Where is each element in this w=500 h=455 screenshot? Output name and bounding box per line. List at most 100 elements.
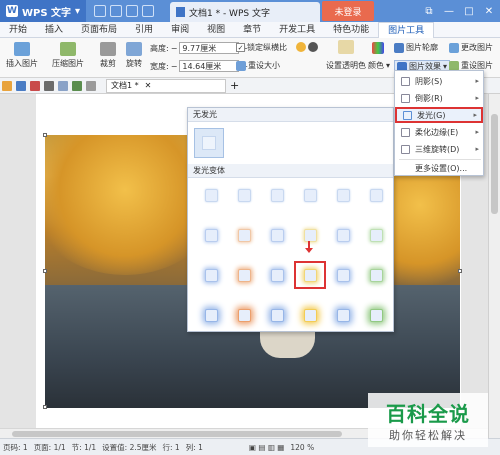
status-page: 页码: 1 bbox=[3, 442, 28, 452]
lock-ratio-label: 锁定纵横比 bbox=[247, 43, 287, 52]
zoom-level[interactable]: 120 % bbox=[290, 443, 314, 452]
maximize-icon[interactable]: □ bbox=[460, 2, 478, 20]
glow-variant-cell[interactable] bbox=[363, 304, 389, 326]
glow-variant-cell[interactable] bbox=[264, 184, 290, 206]
rotate-button[interactable]: 旋转 bbox=[126, 42, 142, 69]
reset-size-button[interactable]: 重设大小 bbox=[236, 60, 280, 71]
new-tab-button[interactable]: + bbox=[230, 79, 239, 92]
open-icon[interactable] bbox=[2, 80, 12, 91]
glow-variant-cell[interactable] bbox=[198, 264, 224, 286]
tab-review[interactable]: 审阅 bbox=[162, 22, 198, 38]
print-icon[interactable] bbox=[44, 80, 54, 91]
resize-handle-right[interactable] bbox=[458, 269, 462, 273]
menu-item-shadow[interactable]: 阴影(S) ▸ bbox=[395, 73, 483, 89]
palette-icon bbox=[372, 42, 384, 54]
color-icon-button[interactable] bbox=[372, 42, 384, 54]
glow-preview-swatch bbox=[270, 188, 284, 202]
tab-special[interactable]: 特色功能 bbox=[324, 22, 378, 38]
glow-variant-cell[interactable] bbox=[264, 264, 290, 286]
tab-section[interactable]: 章节 bbox=[234, 22, 270, 38]
save-icon[interactable] bbox=[16, 80, 26, 91]
width-input[interactable]: 14.64厘米 bbox=[179, 60, 240, 72]
glow-preview-swatch bbox=[303, 188, 317, 202]
document-title-tab[interactable]: 文档1 * - WPS 文字 bbox=[170, 2, 320, 22]
pdf-icon[interactable] bbox=[30, 80, 40, 91]
glow-variant-cell[interactable] bbox=[198, 224, 224, 246]
crop-button[interactable]: 裁剪 bbox=[100, 42, 116, 69]
width-field: 宽度: − 14.64厘米 + bbox=[150, 60, 248, 72]
change-picture-button[interactable]: 更改图片 bbox=[449, 42, 493, 53]
redo-icon[interactable] bbox=[86, 80, 96, 91]
glow-variant-cell[interactable] bbox=[330, 224, 356, 246]
print-icon[interactable] bbox=[110, 5, 123, 17]
scroll-thumb[interactable] bbox=[491, 114, 498, 214]
glow-variant-cell[interactable] bbox=[363, 264, 389, 286]
glow-icon bbox=[403, 110, 412, 120]
close-icon[interactable]: ✕ bbox=[480, 2, 498, 20]
preview-icon[interactable] bbox=[58, 80, 68, 91]
resize-handle-left[interactable] bbox=[43, 269, 47, 273]
rotate-label: 旋转 bbox=[126, 59, 142, 68]
insert-picture-button[interactable]: 插入图片 bbox=[6, 42, 38, 69]
undo-icon[interactable] bbox=[142, 5, 155, 17]
app-menu-button[interactable]: W WPS 文字 ▾ bbox=[0, 0, 87, 22]
glow-variant-cell[interactable] bbox=[297, 304, 323, 326]
brightness-contrast-buttons[interactable] bbox=[296, 42, 318, 52]
no-glow-option[interactable] bbox=[194, 128, 224, 158]
file-tab[interactable]: 文档1 * ✕ bbox=[106, 78, 226, 93]
save-icon[interactable] bbox=[94, 5, 107, 17]
picture-effect-menu: 阴影(S) ▸ 倒影(R) ▸ 发光(G) ▸ 柔化边缘(E) ▸ 三维旋转(D… bbox=[394, 70, 484, 176]
menu-item-3d-rotation[interactable]: 三维旋转(D) ▸ bbox=[395, 141, 483, 157]
restore-icon[interactable]: ⧉ bbox=[420, 2, 438, 20]
glow-variant-cell[interactable] bbox=[330, 304, 356, 326]
glow-variant-cell[interactable] bbox=[330, 264, 356, 286]
picture-outline-button[interactable]: 图片轮廓 bbox=[394, 42, 438, 53]
tab-page-layout[interactable]: 页面布局 bbox=[72, 22, 126, 38]
vertical-scrollbar[interactable] bbox=[488, 94, 500, 438]
set-transparent-button[interactable]: 设置透明色 bbox=[326, 60, 366, 71]
menu-item-label: 柔化边缘(E) bbox=[415, 127, 459, 137]
menu-item-more-settings[interactable]: 更多设置(O)... bbox=[395, 160, 483, 176]
view-mode-icons[interactable]: ▣ ▤ ▥ ▦ bbox=[249, 443, 285, 452]
tab-developer[interactable]: 开发工具 bbox=[270, 22, 324, 38]
preview-icon[interactable] bbox=[126, 5, 139, 17]
glow-variant-cell[interactable] bbox=[363, 224, 389, 246]
undo-icon[interactable] bbox=[72, 80, 82, 91]
glow-variant-cell[interactable] bbox=[231, 184, 257, 206]
menu-item-reflection[interactable]: 倒影(R) ▸ bbox=[395, 90, 483, 106]
scroll-thumb[interactable] bbox=[12, 431, 342, 437]
resize-handle-top-left[interactable] bbox=[43, 133, 47, 137]
tab-picture-tools[interactable]: 图片工具 bbox=[378, 21, 435, 38]
glow-variant-cell[interactable] bbox=[231, 304, 257, 326]
tab-view[interactable]: 视图 bbox=[198, 22, 234, 38]
decrease-height-button[interactable]: − bbox=[171, 44, 178, 53]
close-tab-icon[interactable]: ✕ bbox=[145, 81, 152, 90]
glow-variant-cell[interactable] bbox=[198, 184, 224, 206]
menu-item-glow[interactable]: 发光(G) ▸ bbox=[395, 107, 483, 123]
glow-variant-cell[interactable] bbox=[264, 304, 290, 326]
glow-variant-cell[interactable] bbox=[330, 184, 356, 206]
height-input[interactable]: 9.77厘米 bbox=[179, 42, 240, 54]
minimize-icon[interactable]: — bbox=[440, 2, 458, 20]
lock-ratio-checkbox[interactable]: ✓ 锁定纵横比 bbox=[236, 42, 287, 53]
glow-variant-cell[interactable] bbox=[363, 184, 389, 206]
glow-preview-swatch bbox=[369, 268, 383, 282]
glow-variant-cell[interactable] bbox=[198, 304, 224, 326]
color-button[interactable]: 颜色 ▾ bbox=[368, 60, 390, 71]
tab-home[interactable]: 开始 bbox=[0, 22, 36, 38]
compress-picture-button[interactable]: 压缩图片 bbox=[52, 42, 84, 69]
set-transparent-icon-button[interactable] bbox=[338, 40, 354, 54]
login-button[interactable]: 未登录 bbox=[322, 1, 374, 21]
glow-variant-cell[interactable] bbox=[297, 184, 323, 206]
glow-variant-cell[interactable] bbox=[231, 264, 257, 286]
more-settings-icon bbox=[401, 164, 410, 173]
glow-variant-cell[interactable] bbox=[294, 261, 326, 289]
menu-item-soft-edge[interactable]: 柔化边缘(E) ▸ bbox=[395, 124, 483, 140]
glow-variant-cell[interactable] bbox=[264, 224, 290, 246]
decrease-width-button[interactable]: − bbox=[171, 62, 178, 71]
glow-variant-cell[interactable] bbox=[231, 224, 257, 246]
height-field: 高度: − 9.77厘米 + bbox=[150, 42, 248, 54]
tab-references[interactable]: 引用 bbox=[126, 22, 162, 38]
tab-insert[interactable]: 插入 bbox=[36, 22, 72, 38]
resize-handle-bottom-left[interactable] bbox=[43, 405, 47, 409]
